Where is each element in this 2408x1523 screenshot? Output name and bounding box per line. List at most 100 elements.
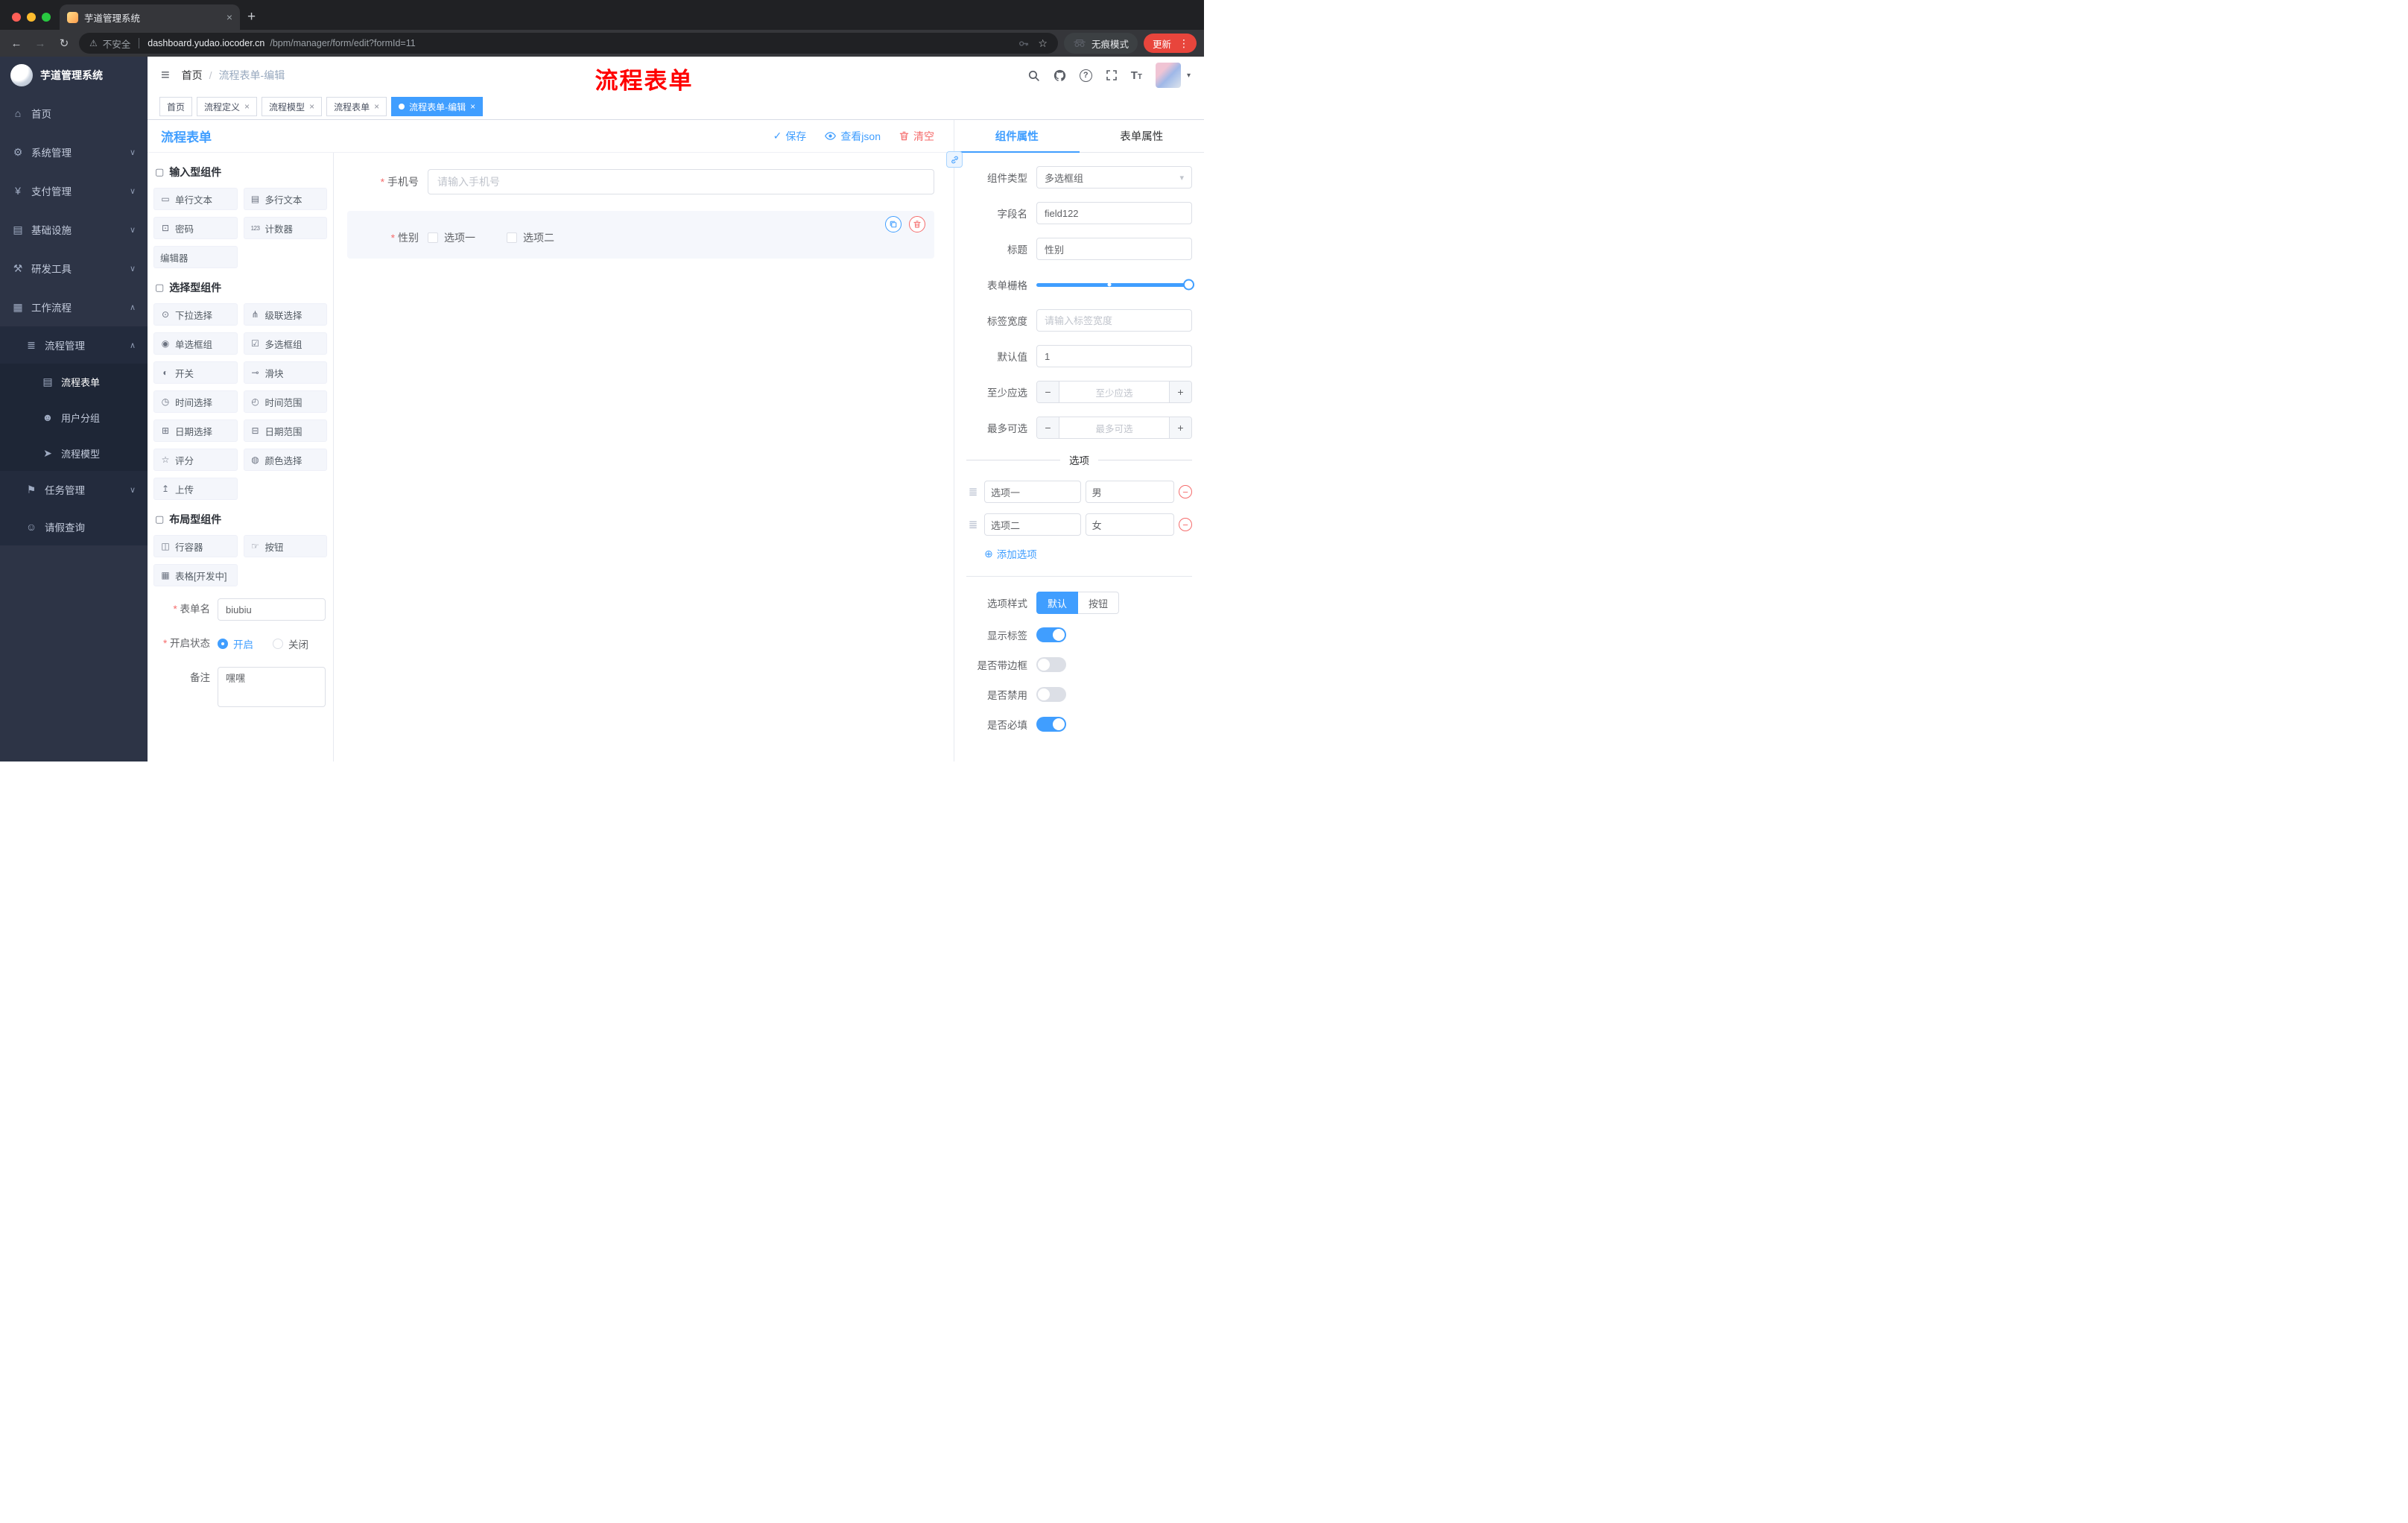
chevron-down-icon[interactable]: ▾ — [1187, 72, 1191, 80]
palette-item-upload[interactable]: ↥ 上传 — [153, 478, 238, 500]
forward-icon[interactable]: → — [31, 37, 49, 50]
search-icon[interactable] — [1027, 69, 1040, 82]
slider-handle[interactable] — [1183, 279, 1194, 291]
form-name-input[interactable] — [218, 598, 326, 621]
close-icon[interactable]: × — [470, 101, 475, 112]
address-bar[interactable]: ⚠ 不安全 dashboard.yudao.iocoder.cn /bpm/ma… — [79, 33, 1058, 54]
sidebar-item-leave-query[interactable]: ☺ 请假查询 — [0, 508, 148, 545]
sidebar-item-system[interactable]: ⚙ 系统管理 ∨ — [0, 133, 148, 171]
palette-item-rate[interactable]: ☆ 评分 — [153, 449, 238, 471]
toggle-switch-disabled[interactable] — [1036, 687, 1066, 702]
sidebar-item-devtools[interactable]: ⚒ 研发工具 ∨ — [0, 249, 148, 288]
field-name-input[interactable] — [1036, 202, 1192, 224]
toggle-switch-required[interactable] — [1036, 717, 1066, 732]
remove-option-button[interactable]: − — [1179, 485, 1192, 498]
palette-item-slider[interactable]: ⊸ 滑块 — [243, 361, 327, 384]
view-json-button[interactable]: 查看json — [824, 129, 881, 144]
sidebar-item-process-form[interactable]: ▤ 流程表单 — [0, 364, 148, 399]
radio-open[interactable]: 开启 — [218, 636, 253, 651]
palette-item-counter[interactable]: 123 计数器 — [243, 217, 327, 239]
tab-component-props[interactable]: 组件属性 — [954, 120, 1080, 153]
tagsview-tab-1[interactable]: 流程定义 × — [197, 97, 258, 116]
canvas-field-phone[interactable]: 手机号 — [347, 169, 934, 194]
close-icon[interactable]: × — [374, 101, 379, 112]
checkbox-option-2[interactable]: 选项二 — [507, 230, 554, 245]
canvas-field-gender[interactable]: 性别 选项一 选项二 — [347, 211, 934, 259]
toggle-switch-border[interactable] — [1036, 657, 1066, 672]
palette-item-radio-group[interactable]: ◉ 单选框组 — [153, 332, 238, 355]
palette-item-multi-text[interactable]: ▤ 多行文本 — [243, 188, 327, 210]
sidebar-item-process-management[interactable]: ≣ 流程管理 ∧ — [0, 326, 148, 364]
back-icon[interactable]: ← — [7, 37, 25, 50]
component-type-select[interactable]: 多选框组 ▾ — [1036, 166, 1192, 189]
key-icon[interactable] — [1018, 38, 1029, 49]
palette-item-switch[interactable]: ◐ 开关 — [153, 361, 238, 384]
sidebar-item-task-management[interactable]: ⚑ 任务管理 ∨ — [0, 471, 148, 508]
style-option-default[interactable]: 默认 — [1036, 592, 1079, 614]
reload-icon[interactable]: ↻ — [55, 37, 73, 50]
palette-item-time-range[interactable]: ◴ 时间范围 — [243, 390, 327, 413]
clear-button[interactable]: 清空 — [899, 129, 934, 144]
sidebar-item-infrastructure[interactable]: ▤ 基础设施 ∨ — [0, 210, 148, 249]
phone-input[interactable] — [428, 169, 934, 194]
palette-item-date-range[interactable]: ⊟ 日期范围 — [243, 419, 327, 442]
palette-item-button[interactable]: ☞ 按钮 — [243, 535, 327, 557]
option-value-input[interactable] — [1085, 513, 1174, 536]
option-label-input[interactable] — [984, 481, 1081, 503]
palette-item-table[interactable]: ▦ 表格[开发中] — [153, 564, 238, 586]
increase-button[interactable]: + — [1169, 417, 1191, 438]
tagsview-tab-0[interactable]: 首页 — [159, 97, 193, 116]
palette-item-select[interactable]: ⊙ 下拉选择 — [153, 303, 238, 326]
breadcrumb-home[interactable]: 首页 — [182, 68, 203, 83]
link-icon[interactable] — [946, 151, 963, 168]
decrease-button[interactable]: − — [1037, 417, 1059, 438]
save-button[interactable]: ✓ 保存 — [773, 129, 807, 144]
palette-item-row[interactable]: ◫ 行容器 — [153, 535, 238, 557]
new-tab-button[interactable]: + — [240, 4, 263, 30]
remove-option-button[interactable]: − — [1179, 518, 1192, 531]
sidebar-item-process-model[interactable]: ➤ 流程模型 — [0, 435, 148, 471]
tagsview-tab-3[interactable]: 流程表单 × — [326, 97, 387, 116]
decrease-button[interactable]: − — [1037, 381, 1059, 402]
palette-item-single-text[interactable]: ▭ 单行文本 — [153, 188, 238, 210]
font-size-icon[interactable]: TT — [1131, 69, 1142, 82]
help-icon[interactable]: ? — [1079, 69, 1092, 82]
close-icon[interactable]: × — [309, 101, 314, 112]
drag-handle-icon[interactable]: ≣ — [966, 485, 980, 498]
checkbox-option-1[interactable]: 选项一 — [428, 230, 475, 245]
tab-close-icon[interactable]: × — [226, 11, 232, 23]
form-remark-textarea[interactable]: 嘿嘿 — [218, 667, 326, 707]
sidebar-item-user-group[interactable]: ☻ 用户分组 — [0, 399, 148, 435]
tagsview-tab-2[interactable]: 流程模型 × — [262, 97, 323, 116]
add-option-button[interactable]: ⊕ 添加选项 — [984, 546, 1037, 561]
tab-form-props[interactable]: 表单属性 — [1080, 120, 1205, 152]
style-option-button[interactable]: 按钮 — [1078, 592, 1120, 614]
option-value-input[interactable] — [1085, 481, 1174, 503]
option-label-input[interactable] — [984, 513, 1081, 536]
sidebar-item-home[interactable]: ⌂ 首页 — [0, 94, 148, 133]
sidebar-item-workflow[interactable]: ▦ 工作流程 ∧ — [0, 288, 148, 326]
stepper-placeholder[interactable]: 最多可选 — [1059, 417, 1169, 438]
update-button[interactable]: 更新 ⋮ — [1143, 34, 1197, 53]
palette-item-cascader[interactable]: ⋔ 级联选择 — [243, 303, 327, 326]
tagsview-tab-4[interactable]: 流程表单-编辑 × — [391, 97, 484, 116]
bookmark-star-icon[interactable]: ☆ — [1038, 37, 1048, 50]
sidebar-logo[interactable]: 芋道管理系统 — [0, 57, 148, 94]
drag-handle-icon[interactable]: ≣ — [966, 518, 980, 531]
sidebar-item-payment[interactable]: ¥ 支付管理 ∨ — [0, 171, 148, 210]
stepper-placeholder[interactable]: 至少应选 — [1059, 381, 1169, 402]
toggle-switch-show-label[interactable] — [1036, 627, 1066, 642]
window-close-button[interactable] — [12, 13, 21, 22]
label-width-input[interactable] — [1036, 309, 1192, 332]
palette-item-editor[interactable]: 编辑器 — [153, 246, 238, 268]
palette-item-time[interactable]: ◷ 时间选择 — [153, 390, 238, 413]
close-icon[interactable]: × — [244, 101, 250, 112]
grid-slider[interactable] — [1036, 273, 1194, 296]
copy-component-button[interactable] — [885, 216, 902, 232]
default-value-input[interactable] — [1036, 345, 1192, 367]
avatar[interactable] — [1155, 63, 1181, 88]
palette-item-color[interactable]: ◍ 颜色选择 — [243, 449, 327, 471]
palette-item-password[interactable]: ⊡ 密码 — [153, 217, 238, 239]
github-icon[interactable] — [1054, 69, 1066, 82]
fullscreen-icon[interactable] — [1106, 69, 1118, 81]
